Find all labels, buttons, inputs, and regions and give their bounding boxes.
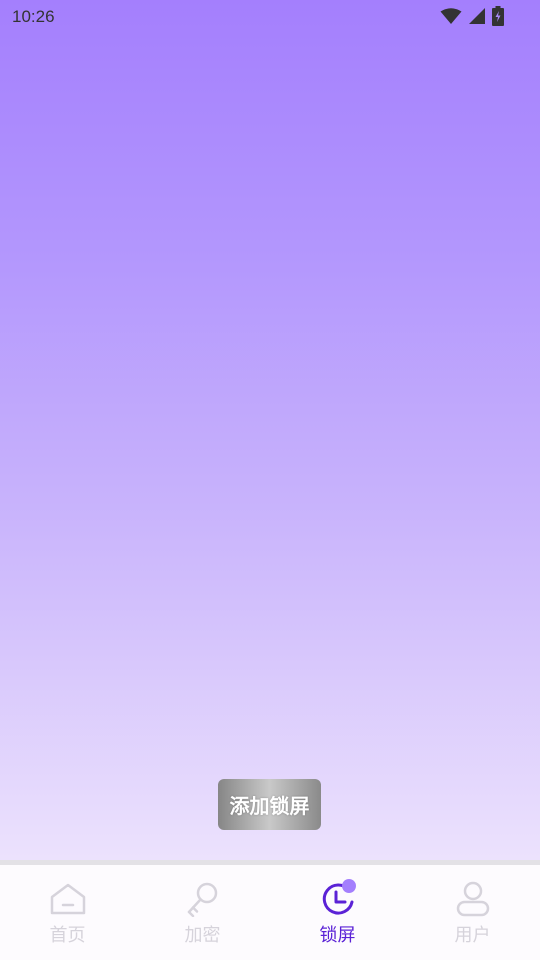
wifi-icon (440, 7, 462, 25)
user-icon (453, 879, 493, 919)
tab-encrypt-label: 加密 (184, 925, 221, 946)
bottom-tab-bar: 首页 加密 锁屏 用户 (0, 865, 540, 960)
tab-lock-screen[interactable]: 锁屏 (270, 865, 405, 960)
add-lock-screen-button[interactable]: 添加锁屏 (218, 779, 321, 830)
signal-icon (468, 7, 486, 25)
tab-home-label: 首页 (49, 925, 86, 946)
screen: 10:26 添加锁屏 首页 加密 锁屏 用户 (0, 0, 540, 960)
battery-charging-icon (492, 6, 504, 26)
status-bar: 10:26 (0, 0, 540, 34)
tab-lock-screen-label: 锁屏 (319, 925, 356, 946)
lock-screen-icon (318, 879, 358, 919)
tab-user[interactable]: 用户 (405, 865, 540, 960)
home-icon (48, 879, 88, 919)
tab-user-label: 用户 (454, 925, 491, 946)
tab-home[interactable]: 首页 (0, 865, 135, 960)
key-icon (183, 879, 223, 919)
status-icons (440, 6, 504, 26)
tab-encrypt[interactable]: 加密 (135, 865, 270, 960)
status-time: 10:26 (12, 7, 55, 26)
lock-screen-content-area: 10:26 添加锁屏 (0, 0, 540, 860)
notification-dot (341, 879, 356, 893)
